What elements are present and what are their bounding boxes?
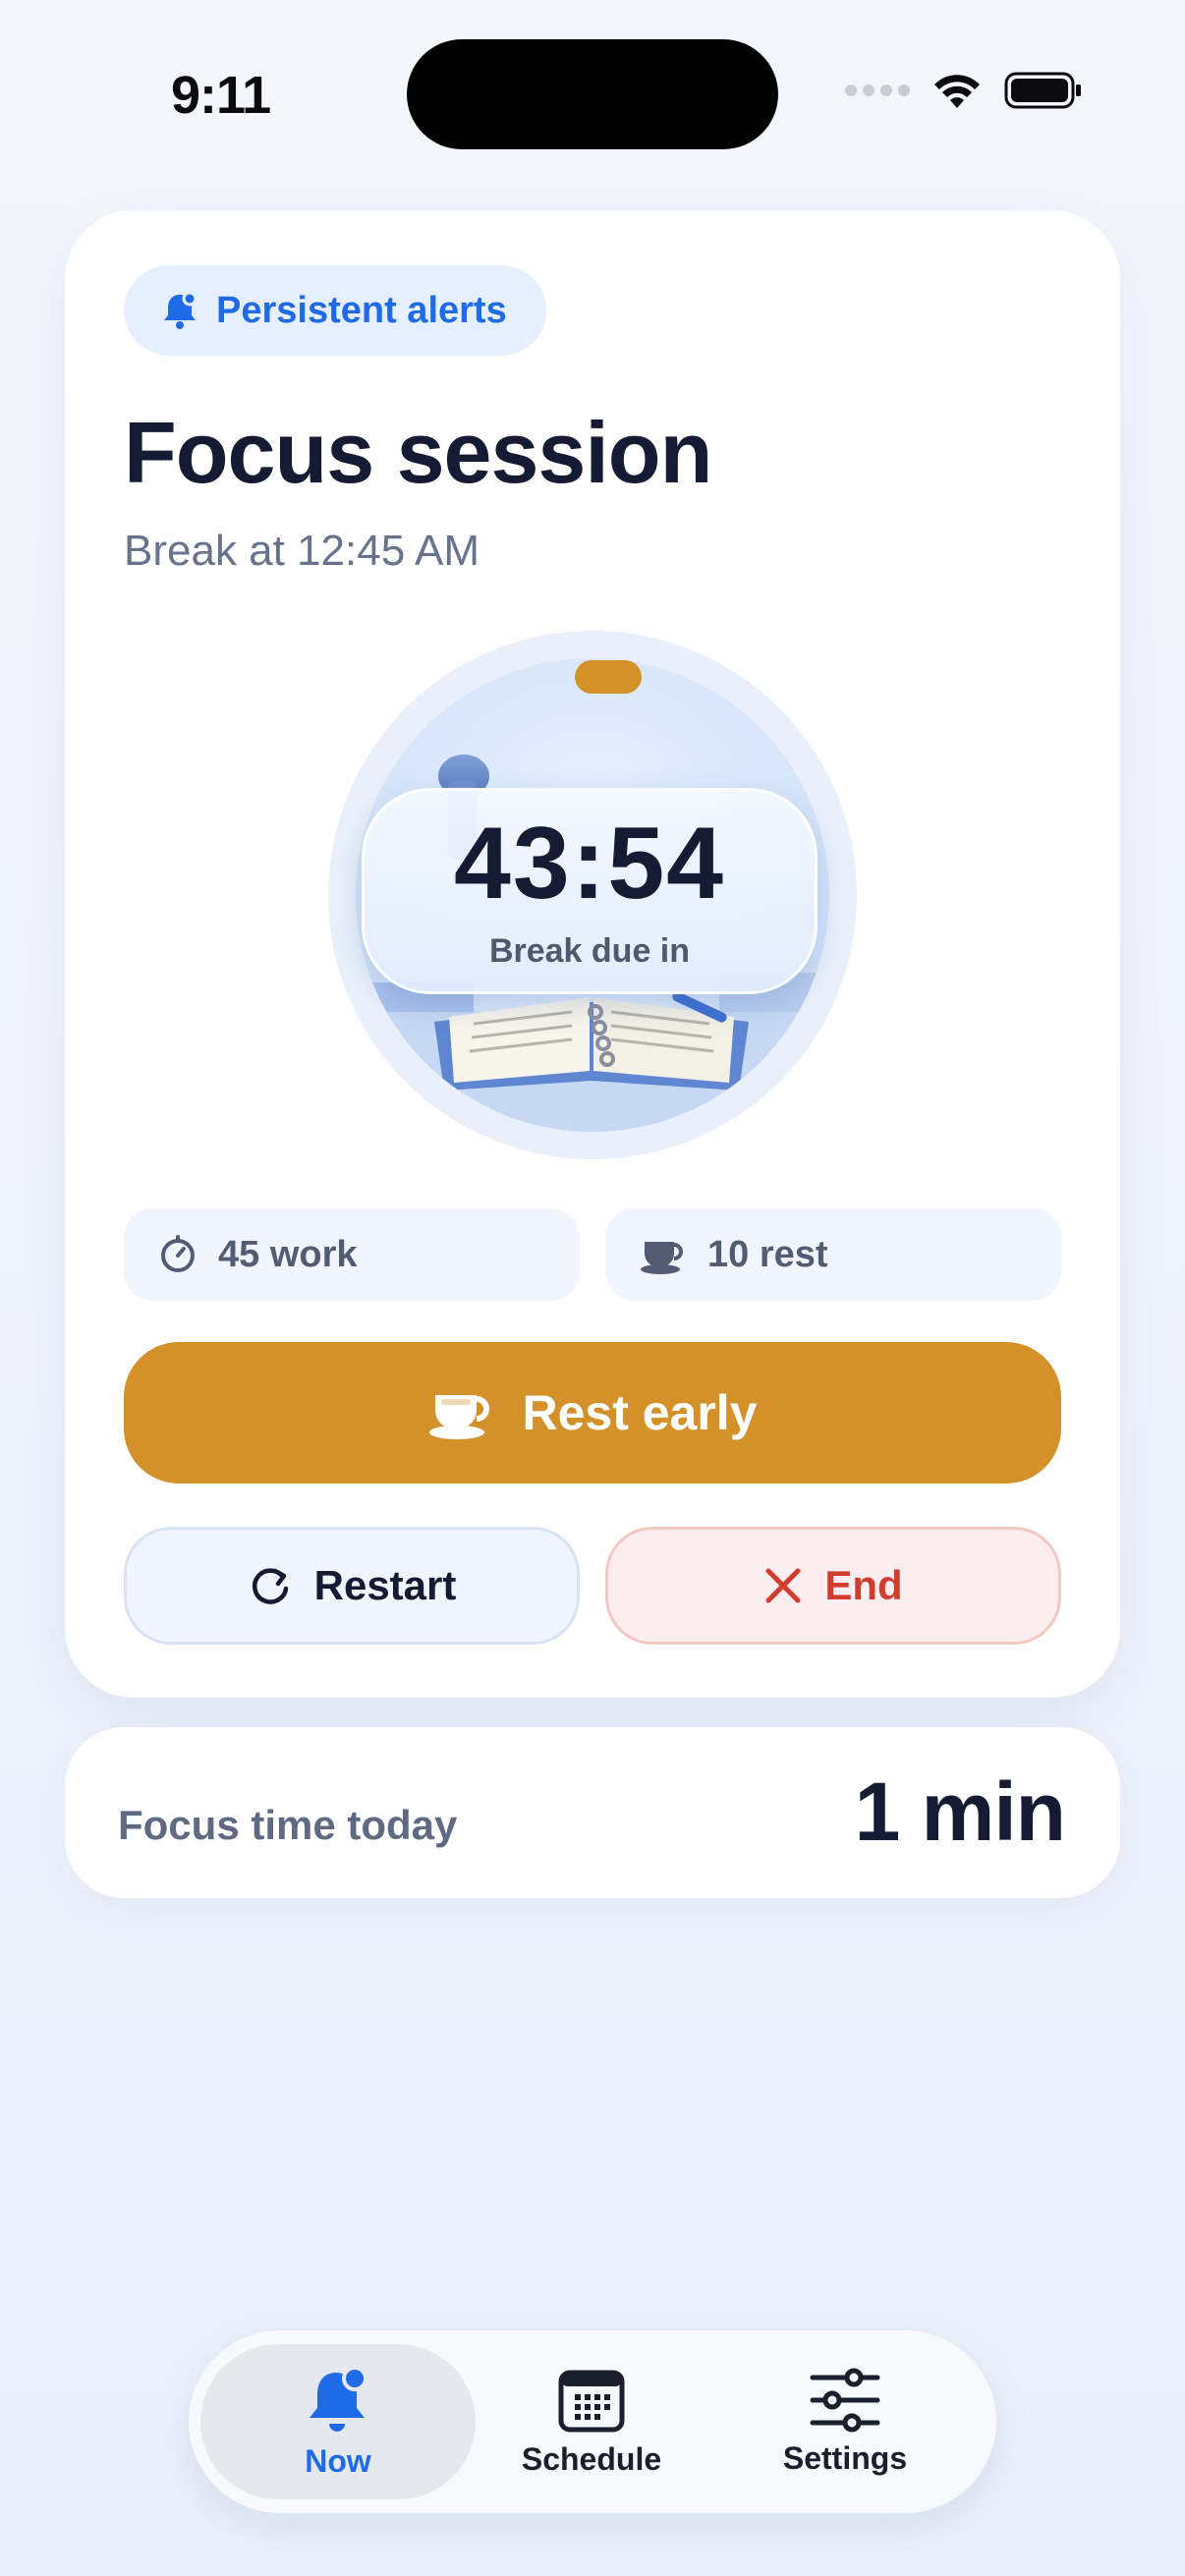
persistent-alerts-badge: Persistent alerts — [124, 265, 546, 356]
restart-button[interactable]: Restart — [124, 1527, 580, 1645]
tab-bar: Now Schedule Settings — [189, 2330, 996, 2513]
cellular-signal-icon — [845, 84, 910, 96]
dynamic-island — [407, 39, 778, 149]
page-title: Focus session — [124, 404, 712, 501]
tab-schedule-label: Schedule — [521, 2440, 662, 2477]
wifi-icon — [934, 75, 980, 108]
tab-now[interactable]: Now — [200, 2344, 476, 2499]
bell-icon — [310, 2365, 367, 2432]
close-icon — [765, 1568, 801, 1603]
end-label: End — [824, 1562, 903, 1608]
tab-schedule[interactable]: Schedule — [454, 2344, 729, 2499]
timer-dial: 43:54 Break due in — [328, 631, 857, 1159]
screen: 9:11 Persistent alerts Focus session Bre… — [0, 0, 1185, 2576]
tab-settings[interactable]: Settings — [707, 2344, 983, 2499]
end-button[interactable]: End — [605, 1527, 1061, 1645]
work-duration-chip: 45 work — [124, 1208, 580, 1301]
bell-icon — [164, 291, 198, 329]
coffee-cup-icon — [641, 1242, 683, 1274]
break-time-subtitle: Break at 12:45 AM — [124, 527, 480, 575]
rest-duration-chip: 10 rest — [605, 1208, 1061, 1301]
badge-label: Persistent alerts — [216, 289, 507, 331]
timer-countdown: 43:54 — [454, 806, 725, 921]
sliders-icon — [810, 2368, 880, 2432]
tab-now-label: Now — [305, 2442, 371, 2479]
coffee-cup-icon — [429, 1395, 490, 1439]
timer-display: 43:54 Break due in — [362, 788, 818, 994]
status-icons — [845, 71, 1083, 110]
focus-time-value: 1 min — [854, 1765, 1066, 1858]
rest-early-button[interactable]: Rest early — [124, 1342, 1061, 1484]
battery-icon — [1004, 72, 1081, 109]
rest-duration-label: 10 rest — [707, 1233, 828, 1275]
timer-progress-indicator — [575, 660, 642, 694]
work-duration-label: 45 work — [218, 1233, 358, 1275]
focus-time-card: Focus time today 1 min — [65, 1727, 1120, 1898]
restart-icon — [252, 1568, 288, 1604]
rest-early-label: Rest early — [522, 1385, 758, 1440]
tab-settings-label: Settings — [782, 2439, 908, 2476]
timer-caption: Break due in — [488, 931, 691, 970]
restart-label: Restart — [313, 1562, 457, 1608]
timer-icon — [161, 1235, 195, 1272]
status-time: 9:11 — [171, 66, 271, 125]
focus-time-label: Focus time today — [118, 1802, 458, 1848]
focus-session-card: Persistent alerts Focus session Break at… — [65, 210, 1120, 1698]
calendar-icon — [558, 2370, 625, 2432]
